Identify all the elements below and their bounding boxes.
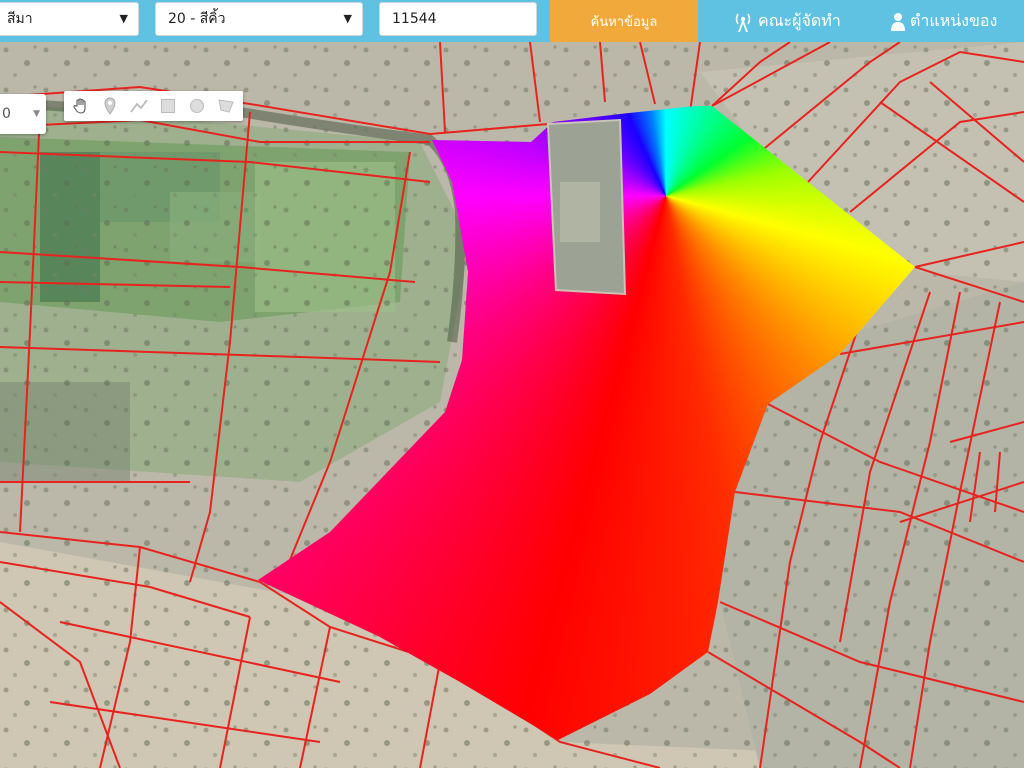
circle-icon[interactable] (185, 93, 210, 119)
search-button[interactable]: ค้นหาข้อมูล (550, 0, 698, 42)
position-link[interactable]: ตำแหน่งของ (890, 0, 997, 42)
polygon-icon[interactable] (214, 93, 239, 119)
chevron-down-icon: ▼ (33, 109, 40, 119)
person-icon (891, 12, 905, 31)
draw-toolbar (64, 91, 243, 121)
province-select[interactable]: สีมา ▼ (0, 2, 139, 36)
position-link-label: ตำแหน่งของ (910, 11, 998, 30)
antenna-icon (735, 13, 751, 32)
layer-select-value: 0 (2, 106, 11, 122)
parcel-cutout (546, 118, 627, 296)
district-select-value: 20 - สีคิ้ว (168, 11, 226, 27)
province-select-value: สีมา (7, 11, 33, 27)
rectangle-icon[interactable] (156, 93, 181, 119)
district-select[interactable]: 20 - สีคิ้ว ▼ (155, 2, 363, 36)
parcel-number-input[interactable] (379, 2, 537, 36)
polyline-icon[interactable] (126, 93, 151, 119)
team-link[interactable]: คณะผู้จัดทำ (732, 0, 841, 42)
chevron-down-icon: ▼ (343, 12, 352, 25)
team-link-label: คณะผู้จัดทำ (758, 11, 841, 30)
chevron-down-icon: ▼ (119, 12, 128, 25)
map-view[interactable]: 0 ▼ (0, 42, 1024, 768)
hand-pan-icon[interactable] (68, 93, 93, 119)
marker-pin-icon[interactable] (97, 93, 122, 119)
layer-select[interactable]: 0 ▼ (0, 94, 46, 134)
top-bar: สีมา ▼ 20 - สีคิ้ว ▼ ค้นหาข้อมูล คณะผู้จ… (0, 0, 1024, 42)
